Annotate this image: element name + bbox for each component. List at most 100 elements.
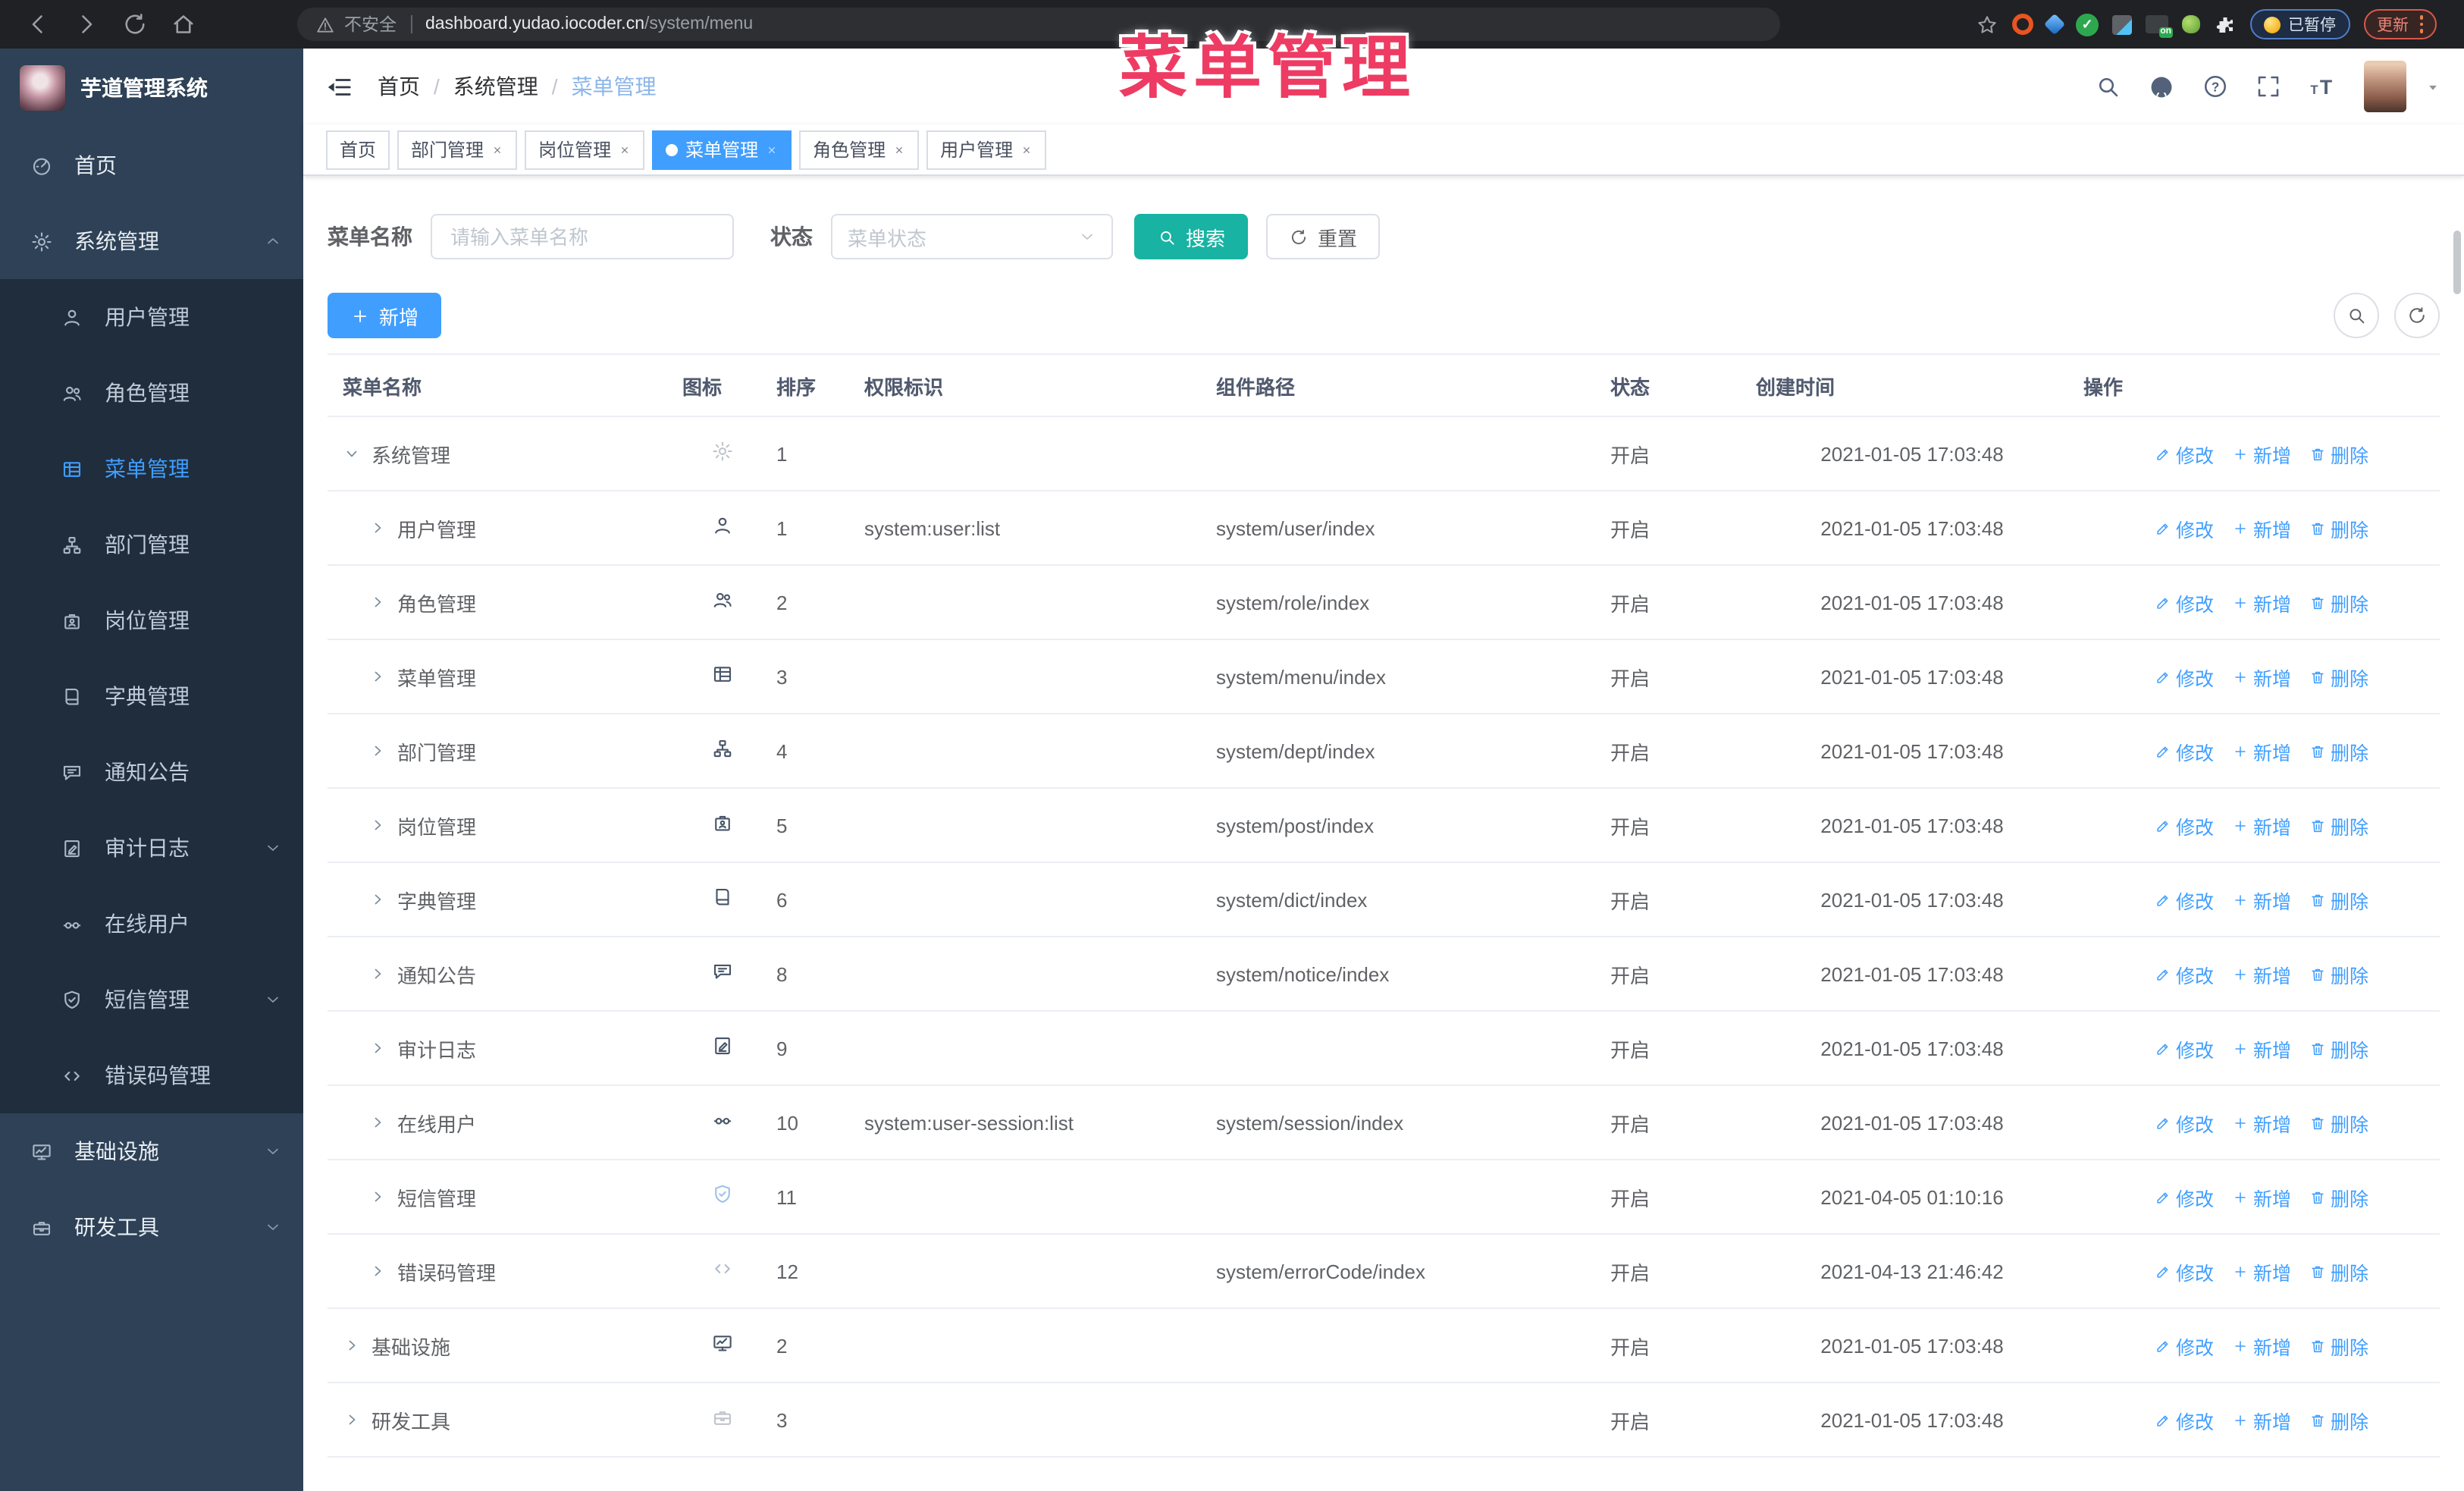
show-search-button[interactable] bbox=[2334, 293, 2379, 338]
extension-sprout-icon[interactable] bbox=[2182, 15, 2200, 33]
delete-link[interactable]: 删除 bbox=[2309, 662, 2368, 691]
expand-closed-icon[interactable] bbox=[368, 1262, 387, 1280]
edit-link[interactable]: 修改 bbox=[2155, 959, 2214, 988]
edit-link[interactable]: 修改 bbox=[2155, 588, 2214, 617]
edit-link[interactable]: 修改 bbox=[2155, 1034, 2214, 1063]
sidebar-item-9[interactable]: 审计日志 bbox=[0, 810, 303, 886]
scrollbar-thumb[interactable] bbox=[2453, 231, 2461, 294]
add-child-link[interactable]: 新增 bbox=[2232, 1257, 2291, 1285]
delete-link[interactable]: 删除 bbox=[2309, 439, 2368, 468]
delete-link[interactable]: 删除 bbox=[2309, 885, 2368, 914]
fullscreen-icon[interactable] bbox=[2255, 73, 2282, 100]
sidebar-item-2[interactable]: 用户管理 bbox=[0, 279, 303, 355]
tab-4[interactable]: 角色管理 bbox=[799, 130, 920, 169]
sidebar-item-11[interactable]: 短信管理 bbox=[0, 962, 303, 1037]
breadcrumb-item-1[interactable]: 系统管理 bbox=[453, 71, 538, 102]
sidebar-item-7[interactable]: 字典管理 bbox=[0, 658, 303, 734]
profile-paused-chip[interactable]: 已暂停 bbox=[2250, 9, 2350, 39]
sidebar-item-10[interactable]: 在线用户 bbox=[0, 886, 303, 962]
sidebar-item-5[interactable]: 部门管理 bbox=[0, 507, 303, 582]
delete-link[interactable]: 删除 bbox=[2309, 1331, 2368, 1360]
close-icon[interactable] bbox=[766, 143, 778, 155]
edit-link[interactable]: 修改 bbox=[2155, 811, 2214, 840]
extension-on-icon[interactable]: on bbox=[2146, 15, 2173, 38]
tab-1[interactable]: 部门管理 bbox=[397, 130, 518, 169]
delete-link[interactable]: 删除 bbox=[2309, 811, 2368, 840]
add-child-link[interactable]: 新增 bbox=[2232, 1108, 2291, 1137]
reset-button[interactable]: 重置 bbox=[1266, 214, 1381, 259]
expand-open-icon[interactable] bbox=[343, 444, 361, 463]
sidebar-item-6[interactable]: 岗位管理 bbox=[0, 582, 303, 658]
add-child-link[interactable]: 新增 bbox=[2232, 439, 2291, 468]
expand-closed-icon[interactable] bbox=[368, 593, 387, 611]
delete-link[interactable]: 删除 bbox=[2309, 959, 2368, 988]
add-button[interactable]: 新增 bbox=[328, 293, 442, 338]
close-icon[interactable] bbox=[1020, 143, 1033, 155]
add-child-link[interactable]: 新增 bbox=[2232, 1034, 2291, 1063]
github-icon[interactable] bbox=[2147, 72, 2176, 101]
expand-closed-icon[interactable] bbox=[368, 667, 387, 686]
edit-link[interactable]: 修改 bbox=[2155, 885, 2214, 914]
sidebar-item-14[interactable]: 研发工具 bbox=[0, 1189, 303, 1265]
browser-reload-icon[interactable] bbox=[121, 11, 149, 38]
sidebar-item-1[interactable]: 系统管理 bbox=[0, 203, 303, 279]
sidebar-item-0[interactable]: 首页 bbox=[0, 127, 303, 203]
add-child-link[interactable]: 新增 bbox=[2232, 513, 2291, 542]
close-icon[interactable] bbox=[491, 143, 503, 155]
edit-link[interactable]: 修改 bbox=[2155, 1331, 2214, 1360]
add-child-link[interactable]: 新增 bbox=[2232, 662, 2291, 691]
status-select[interactable]: 菜单状态 bbox=[831, 214, 1113, 259]
help-icon[interactable] bbox=[2202, 73, 2229, 100]
edit-link[interactable]: 修改 bbox=[2155, 439, 2214, 468]
avatar[interactable] bbox=[2364, 61, 2406, 112]
delete-link[interactable]: 删除 bbox=[2309, 513, 2368, 542]
edit-link[interactable]: 修改 bbox=[2155, 736, 2214, 765]
tab-3[interactable]: 菜单管理 bbox=[652, 130, 792, 169]
delete-link[interactable]: 删除 bbox=[2309, 1182, 2368, 1211]
close-icon[interactable] bbox=[893, 143, 905, 155]
sidebar-item-13[interactable]: 基础设施 bbox=[0, 1113, 303, 1189]
expand-closed-icon[interactable] bbox=[368, 519, 387, 537]
delete-link[interactable]: 删除 bbox=[2309, 1108, 2368, 1137]
add-child-link[interactable]: 新增 bbox=[2232, 811, 2291, 840]
expand-closed-icon[interactable] bbox=[368, 816, 387, 834]
add-child-link[interactable]: 新增 bbox=[2232, 1182, 2291, 1211]
sidebar-item-4[interactable]: 菜单管理 bbox=[0, 431, 303, 507]
extension-check-icon[interactable]: ✓ bbox=[2076, 13, 2099, 36]
extension-grid-icon[interactable] bbox=[2112, 14, 2132, 34]
delete-link[interactable]: 删除 bbox=[2309, 588, 2368, 617]
add-child-link[interactable]: 新增 bbox=[2232, 1405, 2291, 1434]
chrome-update-menu[interactable]: 更新 bbox=[2363, 9, 2437, 39]
expand-closed-icon[interactable] bbox=[368, 1188, 387, 1206]
edit-link[interactable]: 修改 bbox=[2155, 662, 2214, 691]
expand-closed-icon[interactable] bbox=[343, 1336, 361, 1354]
edit-link[interactable]: 修改 bbox=[2155, 1405, 2214, 1434]
sidebar-item-12[interactable]: 错误码管理 bbox=[0, 1037, 303, 1113]
expand-closed-icon[interactable] bbox=[368, 742, 387, 760]
delete-link[interactable]: 删除 bbox=[2309, 1405, 2368, 1434]
add-child-link[interactable]: 新增 bbox=[2232, 959, 2291, 988]
browser-forward-icon[interactable] bbox=[73, 11, 100, 38]
edit-link[interactable]: 修改 bbox=[2155, 513, 2214, 542]
delete-link[interactable]: 删除 bbox=[2309, 1034, 2368, 1063]
user-caret-down-icon[interactable] bbox=[2423, 77, 2443, 96]
tab-2[interactable]: 岗位管理 bbox=[525, 130, 645, 169]
refresh-button[interactable] bbox=[2394, 293, 2440, 338]
edit-link[interactable]: 修改 bbox=[2155, 1257, 2214, 1285]
sidebar-item-3[interactable]: 角色管理 bbox=[0, 355, 303, 431]
expand-closed-icon[interactable] bbox=[368, 1113, 387, 1132]
breadcrumb-item-0[interactable]: 首页 bbox=[378, 71, 420, 102]
add-child-link[interactable]: 新增 bbox=[2232, 885, 2291, 914]
bookmark-star-icon[interactable] bbox=[1976, 13, 1998, 36]
add-child-link[interactable]: 新增 bbox=[2232, 1331, 2291, 1360]
font-size-icon[interactable] bbox=[2308, 71, 2338, 102]
edit-link[interactable]: 修改 bbox=[2155, 1182, 2214, 1211]
search-button[interactable]: 搜索 bbox=[1134, 214, 1249, 259]
extensions-puzzle-icon[interactable] bbox=[2214, 13, 2237, 36]
address-bar[interactable]: 不安全 dashboard.yudao.iocoder.cn/system/me… bbox=[297, 8, 1780, 41]
delete-link[interactable]: 删除 bbox=[2309, 736, 2368, 765]
delete-link[interactable]: 删除 bbox=[2309, 1257, 2368, 1285]
browser-back-icon[interactable] bbox=[24, 11, 52, 38]
search-icon[interactable] bbox=[2094, 73, 2121, 100]
close-icon[interactable] bbox=[619, 143, 631, 155]
